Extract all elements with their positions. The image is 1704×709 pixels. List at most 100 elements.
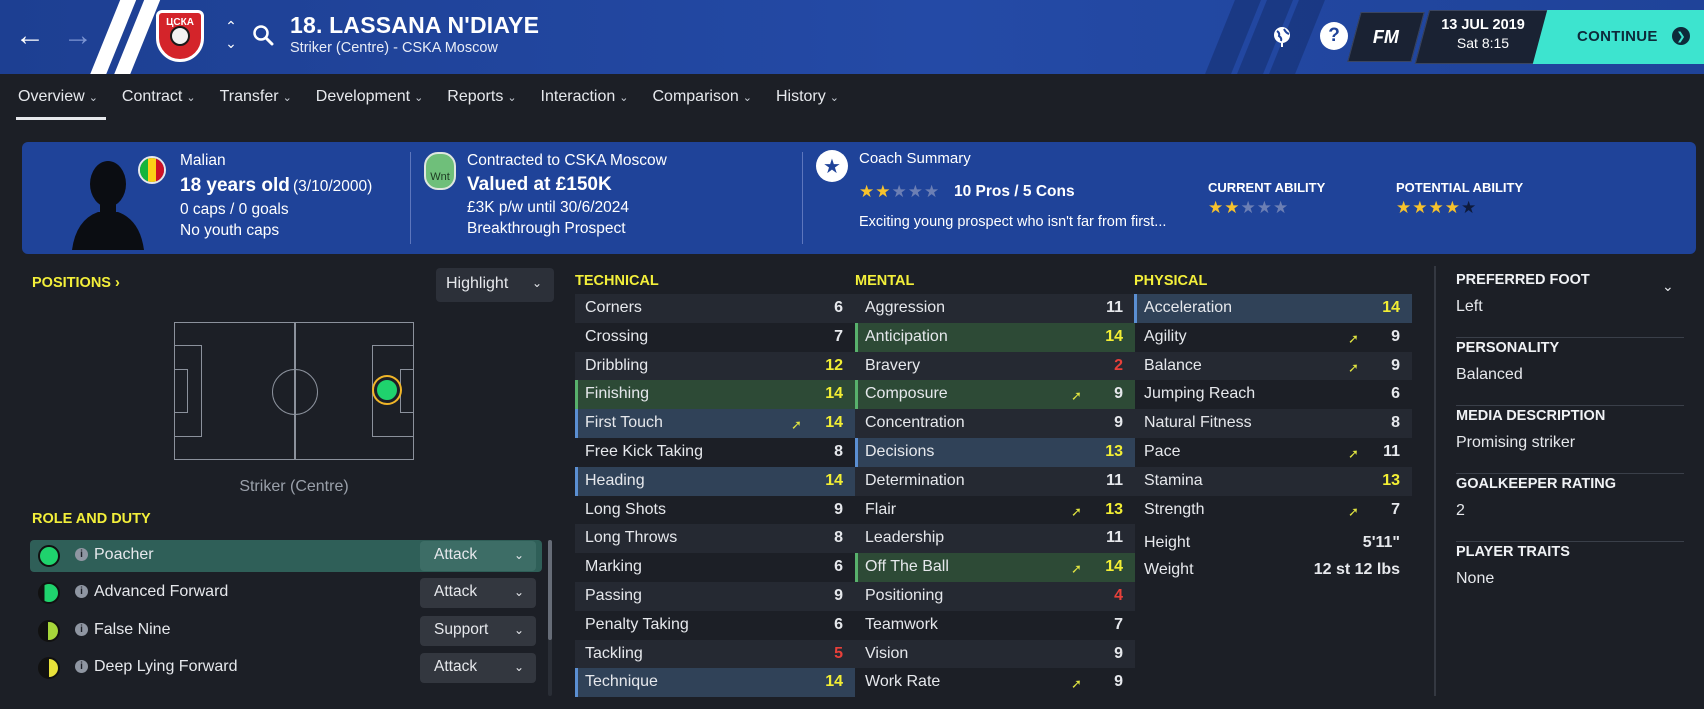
chevron-down-icon: ⌄ <box>513 585 524 599</box>
attribute-row[interactable]: Stamina 13 <box>1134 466 1412 496</box>
duty-dropdown[interactable]: Support ⌄ <box>420 616 536 646</box>
tab-history[interactable]: History ⌄ <box>776 84 849 120</box>
chevron-down-icon[interactable]: ⌄ <box>222 35 240 52</box>
role-suitability-icon <box>38 545 60 567</box>
star-icon[interactable]: ★ <box>816 150 848 182</box>
duty-dropdown[interactable]: Attack ⌄ <box>420 578 536 608</box>
info-icon[interactable]: i <box>75 585 88 598</box>
attribute-row[interactable]: Long Throws 8 <box>575 524 855 554</box>
back-arrow-icon[interactable]: ← <box>12 18 48 54</box>
attribute-row[interactable]: Long Shots 9 <box>575 496 855 525</box>
tab-interaction[interactable]: Interaction ⌄ <box>541 84 639 120</box>
duty-dropdown[interactable]: Attack ⌄ <box>420 653 536 683</box>
attribute-row[interactable]: Aggression 11 <box>855 294 1135 323</box>
attribute-row[interactable]: Dribbling 12 <box>575 351 855 381</box>
personality[interactable]: PERSONALITY Balanced <box>1456 338 1684 406</box>
player-info-panel: PREFERRED FOOT Left PERSONALITY Balanced M… <box>1456 270 1684 610</box>
tab-reports[interactable]: Reports ⌄ <box>447 84 526 120</box>
globe-icon[interactable] <box>1266 20 1298 52</box>
time-label: Sat 8:15 <box>1456 35 1510 51</box>
info-icon[interactable]: i <box>75 548 88 561</box>
preferred-foot: PREFERRED FOOT Left <box>1456 270 1684 338</box>
attribute-row[interactable]: Penalty Taking 6 <box>575 611 855 640</box>
attribute-row[interactable]: Pace ➚ 11 <box>1134 438 1412 467</box>
attribute-row[interactable]: Corners 6 <box>575 294 855 323</box>
attribute-row[interactable]: Finishing 14 <box>575 380 855 410</box>
role-row[interactable]: i False Nine Support ⌄ <box>30 615 542 647</box>
attribute-row[interactable]: Strength ➚ 7 <box>1134 496 1412 525</box>
tab-contract[interactable]: Contract ⌄ <box>122 84 206 120</box>
help-icon[interactable]: ? <box>1318 20 1350 52</box>
duty-dropdown[interactable]: Attack ⌄ <box>420 541 536 571</box>
attribute-row[interactable]: Natural Fitness 8 <box>1134 409 1412 438</box>
nationality-flag[interactable] <box>138 156 166 184</box>
technical-title: TECHNICAL <box>575 273 659 289</box>
role-row[interactable]: i Poacher Attack ⌄ <box>30 540 542 572</box>
attribute-row[interactable]: Positioning 4 <box>855 581 1135 611</box>
club-badge[interactable]: ЦСКА <box>156 10 204 62</box>
player-switcher[interactable]: ⌃ ⌄ <box>222 18 240 52</box>
info-icon[interactable]: i <box>75 660 88 673</box>
role-suitability-icon <box>38 620 60 642</box>
divider <box>802 152 803 244</box>
search-icon[interactable] <box>252 24 274 46</box>
wanted-badge[interactable]: Wnt <box>424 152 456 190</box>
attribute-row[interactable]: Marking 6 <box>575 553 855 582</box>
contract-club[interactable]: Contracted to CSKA Moscow <box>467 152 667 170</box>
potential-ability-stars: ★★★★★ <box>1396 198 1478 217</box>
player-position-club[interactable]: Striker (Centre) - CSKA Moscow <box>290 40 498 56</box>
attribute-row[interactable]: Acceleration 14 <box>1134 294 1412 323</box>
attribute-row[interactable]: Heading 14 <box>575 466 855 496</box>
tab-overview[interactable]: Overview ⌄ <box>16 84 108 120</box>
role-row[interactable]: i Deep Lying Forward Attack ⌄ <box>30 652 542 684</box>
attribute-row[interactable]: Bravery 2 <box>855 351 1135 381</box>
attribute-row[interactable]: Off The Ball ➚ 14 <box>855 553 1135 582</box>
attribute-row[interactable]: Determination 11 <box>855 466 1135 496</box>
tab-comparison[interactable]: Comparison ⌄ <box>652 84 761 120</box>
info-icon[interactable]: i <box>75 623 88 636</box>
attribute-row[interactable]: Technique 14 <box>575 668 855 698</box>
attribute-row[interactable]: Jumping Reach 6 <box>1134 380 1412 409</box>
attribute-row[interactable]: Composure ➚ 9 <box>855 380 1135 410</box>
attribute-row[interactable]: Leadership 11 <box>855 524 1135 554</box>
chevron-down-icon: ⌄ <box>186 92 196 104</box>
nationality[interactable]: Malian <box>180 152 226 170</box>
chevron-up-icon[interactable]: ⌃ <box>222 18 240 35</box>
attribute-row[interactable]: Crossing 7 <box>575 323 855 352</box>
current-ability-label: CURRENT ABILITY <box>1208 180 1326 195</box>
improving-arrow-icon: ➚ <box>1348 359 1359 375</box>
attribute-row[interactable]: Anticipation 14 <box>855 322 1135 352</box>
position-marker[interactable] <box>374 377 400 403</box>
forward-arrow-icon[interactable]: → <box>60 18 96 54</box>
attribute-row[interactable]: Vision 9 <box>855 639 1135 669</box>
tab-transfer[interactable]: Transfer ⌄ <box>220 84 302 120</box>
role-name: Advanced Forward <box>94 583 229 600</box>
attribute-row[interactable]: Flair ➚ 13 <box>855 496 1135 525</box>
continue-label[interactable]: CONTINUE <box>1577 28 1658 45</box>
potential-ability-label: POTENTIAL ABILITY <box>1396 180 1524 195</box>
attribute-row[interactable]: Concentration 9 <box>855 409 1135 438</box>
chevron-down-icon: ⌄ <box>742 92 752 104</box>
continue-icon[interactable]: ❯ <box>1672 27 1690 45</box>
attribute-row[interactable]: Passing 9 <box>575 581 855 611</box>
highlight-dropdown[interactable]: Highlight ⌄ <box>436 268 554 302</box>
attribute-row[interactable]: Tackling 5 <box>575 639 855 669</box>
roles-scrollbar-thumb[interactable] <box>548 540 552 640</box>
tab-development[interactable]: Development ⌄ <box>316 84 434 120</box>
attribute-row[interactable]: Work Rate ➚ 9 <box>855 668 1135 697</box>
coach-summary-title[interactable]: Coach Summary <box>859 150 971 167</box>
positions-title[interactable]: POSITIONS › <box>32 275 120 291</box>
role-row[interactable]: i Advanced Forward Attack ⌄ <box>30 577 542 609</box>
fm-button[interactable]: FM <box>1347 12 1425 62</box>
chevron-down-icon: ⌄ <box>513 623 524 637</box>
attribute-row[interactable]: First Touch ➚ 14 <box>575 409 855 438</box>
improving-arrow-icon: ➚ <box>1348 330 1359 346</box>
attribute-row[interactable]: Balance ➚ 9 <box>1134 351 1412 381</box>
attribute-row[interactable]: Free Kick Taking 8 <box>575 438 855 467</box>
player-value: Valued at £150K <box>467 174 612 195</box>
attribute-row[interactable]: Agility ➚ 9 <box>1134 323 1412 352</box>
attribute-row[interactable]: Teamwork 7 <box>855 611 1135 640</box>
attribute-row[interactable]: Decisions 13 <box>855 437 1135 467</box>
mental-title: MENTAL <box>855 273 915 289</box>
role-name: Poacher <box>94 546 154 563</box>
